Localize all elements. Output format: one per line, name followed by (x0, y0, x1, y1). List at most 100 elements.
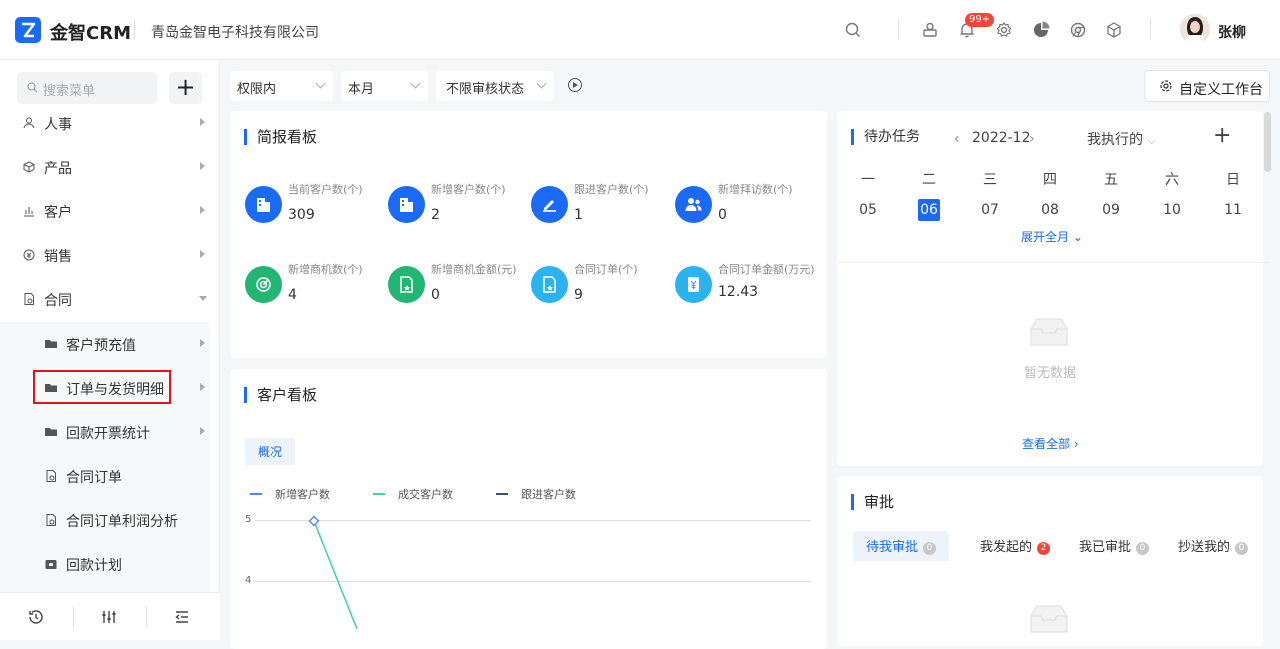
stat-label: 合同订单金额(万元) (718, 263, 815, 276)
contract-submenu: 客户预充值 订单与发货明细 回款开票统计 合同订单 合同订单利润分析 回款计划 (0, 322, 210, 592)
period-select[interactable]: 本月 (341, 71, 428, 101)
user-name[interactable]: 张柳 (1218, 22, 1246, 42)
prev-month-button[interactable]: ‹ (954, 131, 960, 147)
calendar-day[interactable]: 10 (1161, 199, 1183, 221)
sidebar-item-label: 产品 (44, 161, 72, 177)
scope-select[interactable]: 权限内 (230, 71, 333, 101)
expand-month-link[interactable]: 展开全月 ⌄ (1021, 228, 1083, 245)
custom-workspace-button[interactable]: 自定义工作台 (1144, 70, 1270, 102)
add-button[interactable]: + (169, 72, 202, 104)
count-badge: 0 (1136, 542, 1150, 555)
add-task-button[interactable]: + (1213, 123, 1231, 148)
chevron-down-icon: ⌄ (1072, 230, 1083, 244)
gear-icon (1160, 80, 1172, 92)
chevron-down-icon (410, 78, 421, 89)
expand-month-label: 展开全月 (1021, 230, 1070, 244)
weekday-label: 日 (1226, 172, 1240, 188)
footer-divider (73, 607, 74, 627)
calendar-day[interactable]: 06 (918, 199, 940, 221)
chart-icon (24, 207, 34, 217)
stat-value: 4 (288, 287, 297, 303)
sidebar-item-label: 回款计划 (66, 558, 122, 574)
tab-pending-approval[interactable]: 待我审批 0 (853, 531, 950, 561)
calendar-day[interactable]: 05 (857, 199, 879, 221)
approval-card: 审批 待我审批 0 我发起的 2 我已审批 0 抄送我的 0 (837, 476, 1263, 646)
data-point[interactable] (308, 515, 320, 527)
gear-icon[interactable] (994, 20, 1014, 40)
stat-label: 新增拜访数(个) (718, 183, 793, 196)
stat-value: 2 (431, 207, 440, 223)
collapse-menu-icon[interactable] (173, 608, 191, 626)
search-icon (27, 82, 38, 93)
cube-icon[interactable] (1104, 20, 1124, 40)
calendar-day[interactable]: 09 (1100, 199, 1122, 221)
weekday-label: 一 (861, 172, 875, 188)
calendar-icon (45, 560, 57, 569)
todo-card: 待办任务 ‹ 2022-12 › 我执行的 ⌵ + 一 二 三 四 五 六 日 05 06 07 0… (837, 111, 1270, 466)
next-month-button[interactable]: › (1029, 131, 1035, 147)
sidebar-item-customer[interactable]: 客户 (0, 189, 210, 233)
sidebar-footer (0, 592, 220, 640)
play-icon[interactable] (568, 78, 582, 92)
message-icon[interactable] (920, 20, 940, 40)
stat-value: 0 (718, 207, 727, 223)
month-label: 2022-12 (972, 130, 1031, 146)
sidebar-item-label: 合同订单 (66, 470, 122, 486)
empty-inbox-icon (1030, 605, 1068, 633)
tab-cc-me[interactable]: 抄送我的 0 (1178, 536, 1249, 556)
sidebar-item-profit-analysis[interactable]: 合同订单利润分析 (0, 498, 210, 542)
chevron-right-icon (200, 118, 205, 126)
sidebar-item-label: 合同订单利润分析 (66, 514, 178, 530)
calendar-day[interactable]: 07 (979, 199, 1001, 221)
sales-icon (23, 249, 35, 261)
tab-label: 我已审批 (1079, 540, 1132, 555)
audit-status-select[interactable]: 不限审核状态 (436, 71, 554, 101)
sidebar-item-customer-prepay[interactable]: 客户预充值 (0, 322, 210, 366)
stat-label: 新增商机数(个) (288, 263, 363, 276)
todo-title: 待办任务 (851, 129, 920, 145)
stat-label: 新增客户数(个) (431, 183, 506, 196)
menu-search-input[interactable]: 搜索菜单 (17, 72, 157, 104)
sidebar-item-hr[interactable]: 人事 (0, 101, 210, 145)
sidebar-item-payment-plan[interactable]: 回款计划 (0, 542, 210, 586)
filter-sliders-icon[interactable] (100, 608, 118, 626)
footer-divider (146, 607, 147, 627)
audit-value: 不限审核状态 (446, 82, 525, 97)
avatar[interactable] (1180, 14, 1210, 44)
search-placeholder: 搜索菜单 (43, 84, 96, 99)
sidebar-item-label: 回款开票统计 (66, 426, 150, 442)
sidebar-item-label: 客户预充值 (66, 338, 136, 354)
calendar-day[interactable]: 08 (1039, 199, 1061, 221)
tab-initiated[interactable]: 我发起的 2 (980, 536, 1051, 556)
chevron-right-icon (200, 162, 205, 170)
chrome-icon[interactable] (1068, 20, 1088, 40)
sidebar-item-product[interactable]: 产品 (0, 145, 210, 189)
weekday-label: 六 (1165, 172, 1179, 188)
box-icon (23, 161, 35, 173)
weekday-label: 五 (1104, 172, 1118, 188)
chevron-right-icon (200, 206, 205, 214)
sidebar-item-label: 人事 (44, 117, 72, 133)
chevron-right-icon (200, 339, 205, 347)
tab-label: 我发起的 (980, 540, 1033, 555)
calendar-day[interactable]: 11 (1222, 199, 1244, 221)
sidebar-item-contract-orders[interactable]: 合同订单 (0, 454, 210, 498)
highlight-box (33, 370, 171, 404)
history-icon[interactable] (27, 608, 45, 626)
sidebar-item-sales[interactable]: 销售 (0, 233, 210, 277)
sidebar-item-payment-invoice[interactable]: 回款开票统计 (0, 410, 210, 454)
series-line (313, 520, 358, 630)
view-all-label: 查看全部 (1022, 437, 1071, 451)
search-icon[interactable] (843, 20, 863, 40)
doc-icon (46, 470, 56, 482)
view-all-link[interactable]: 查看全部 › (1022, 435, 1079, 452)
tab-approved[interactable]: 我已审批 0 (1079, 536, 1150, 556)
divider (837, 262, 1270, 263)
scrollbar[interactable] (1264, 112, 1271, 172)
period-value: 本月 (348, 82, 375, 97)
people-icon (23, 117, 35, 129)
sidebar-item-contract[interactable]: 合同 (0, 277, 210, 321)
owner-filter-select[interactable]: 我执行的 ⌵ (1087, 129, 1156, 149)
chevron-down-icon (199, 296, 207, 301)
pie-chart-icon[interactable] (1031, 20, 1051, 40)
